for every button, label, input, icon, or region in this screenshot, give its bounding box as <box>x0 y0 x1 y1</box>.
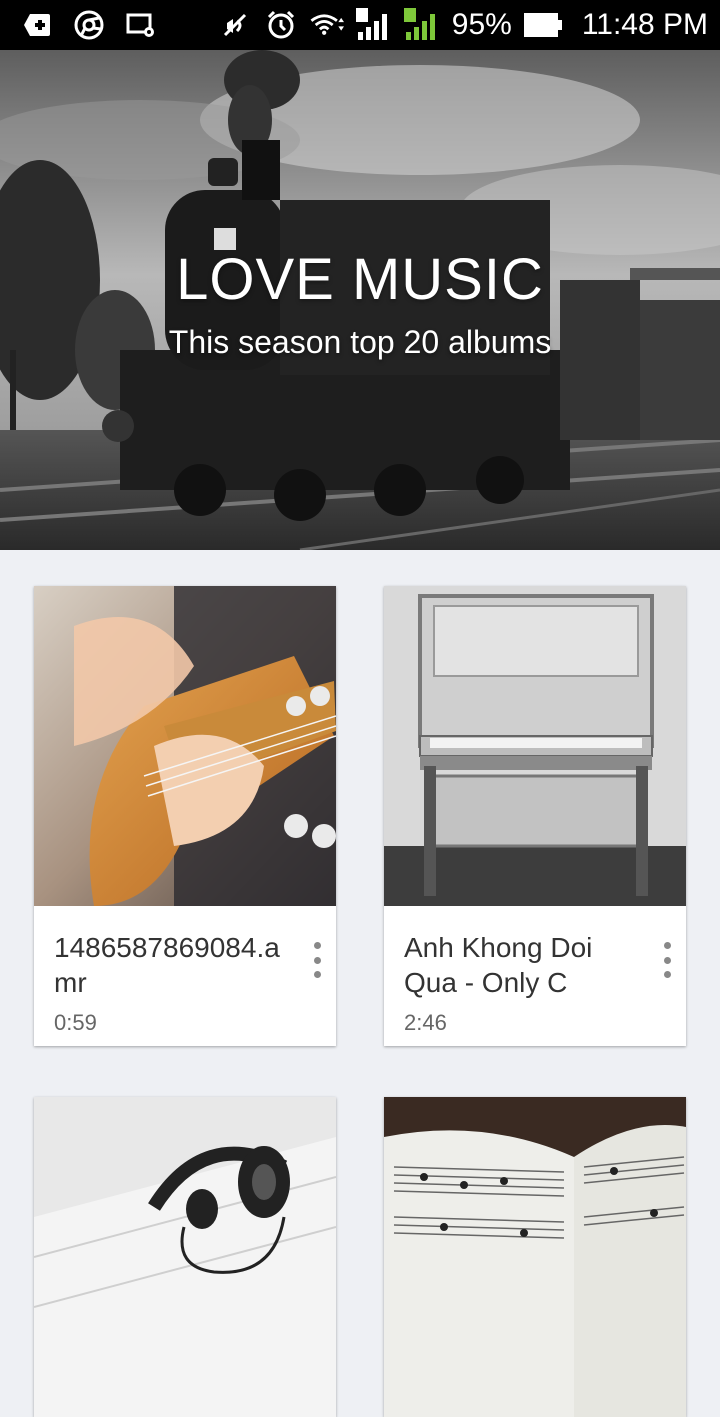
signal-sim1-icon <box>355 8 392 42</box>
album-card[interactable] <box>384 1097 686 1417</box>
add-box-icon <box>20 8 54 42</box>
album-cover[interactable] <box>34 586 336 906</box>
guitar-photo <box>34 586 336 906</box>
album-card[interactable]: Anh Khong Doi Qua - Only C Karik.mp3 2:4… <box>384 586 686 1046</box>
album-info: Anh Khong Doi Qua - Only C Karik.mp3 2:4… <box>384 906 686 1046</box>
album-cover[interactable] <box>34 1097 336 1417</box>
clock: 11:48 PM <box>581 8 708 41</box>
sheet-music-photo <box>384 1097 686 1417</box>
album-title: 1486587869084.amr <box>54 932 280 998</box>
album-card[interactable]: 1486587869084.amr 0:59 <box>34 586 336 1046</box>
mute-icon <box>218 8 252 42</box>
hero-banner: LOVE MUSIC This season top 20 albums <box>0 50 720 550</box>
wifi-icon <box>310 8 344 42</box>
screen-settings-icon <box>124 8 158 42</box>
album-cover[interactable] <box>384 1097 686 1417</box>
hero-title: LOVE MUSIC <box>176 247 544 312</box>
album-card[interactable] <box>34 1097 336 1417</box>
album-cover[interactable] <box>384 586 686 906</box>
more-options-icon[interactable] <box>660 942 674 978</box>
album-duration: 2:46 <box>404 1010 447 1035</box>
status-bar: 95% 11:48 PM <box>0 0 720 50</box>
signal-sim2-icon <box>403 8 440 42</box>
battery-icon <box>523 8 564 42</box>
hero-subtitle: This season top 20 albums <box>168 324 552 360</box>
album-title: Anh Khong Doi Qua - Only C Karik.mp3 <box>404 932 593 998</box>
battery-percent: 95% <box>451 8 512 41</box>
piano-photo <box>384 586 686 906</box>
album-info: 1486587869084.amr 0:59 <box>34 906 336 1046</box>
alarm-icon <box>264 8 298 42</box>
more-options-icon[interactable] <box>310 942 324 978</box>
album-duration: 0:59 <box>54 1010 97 1035</box>
chrome-icon <box>72 8 106 42</box>
headphones-photo <box>34 1097 336 1417</box>
